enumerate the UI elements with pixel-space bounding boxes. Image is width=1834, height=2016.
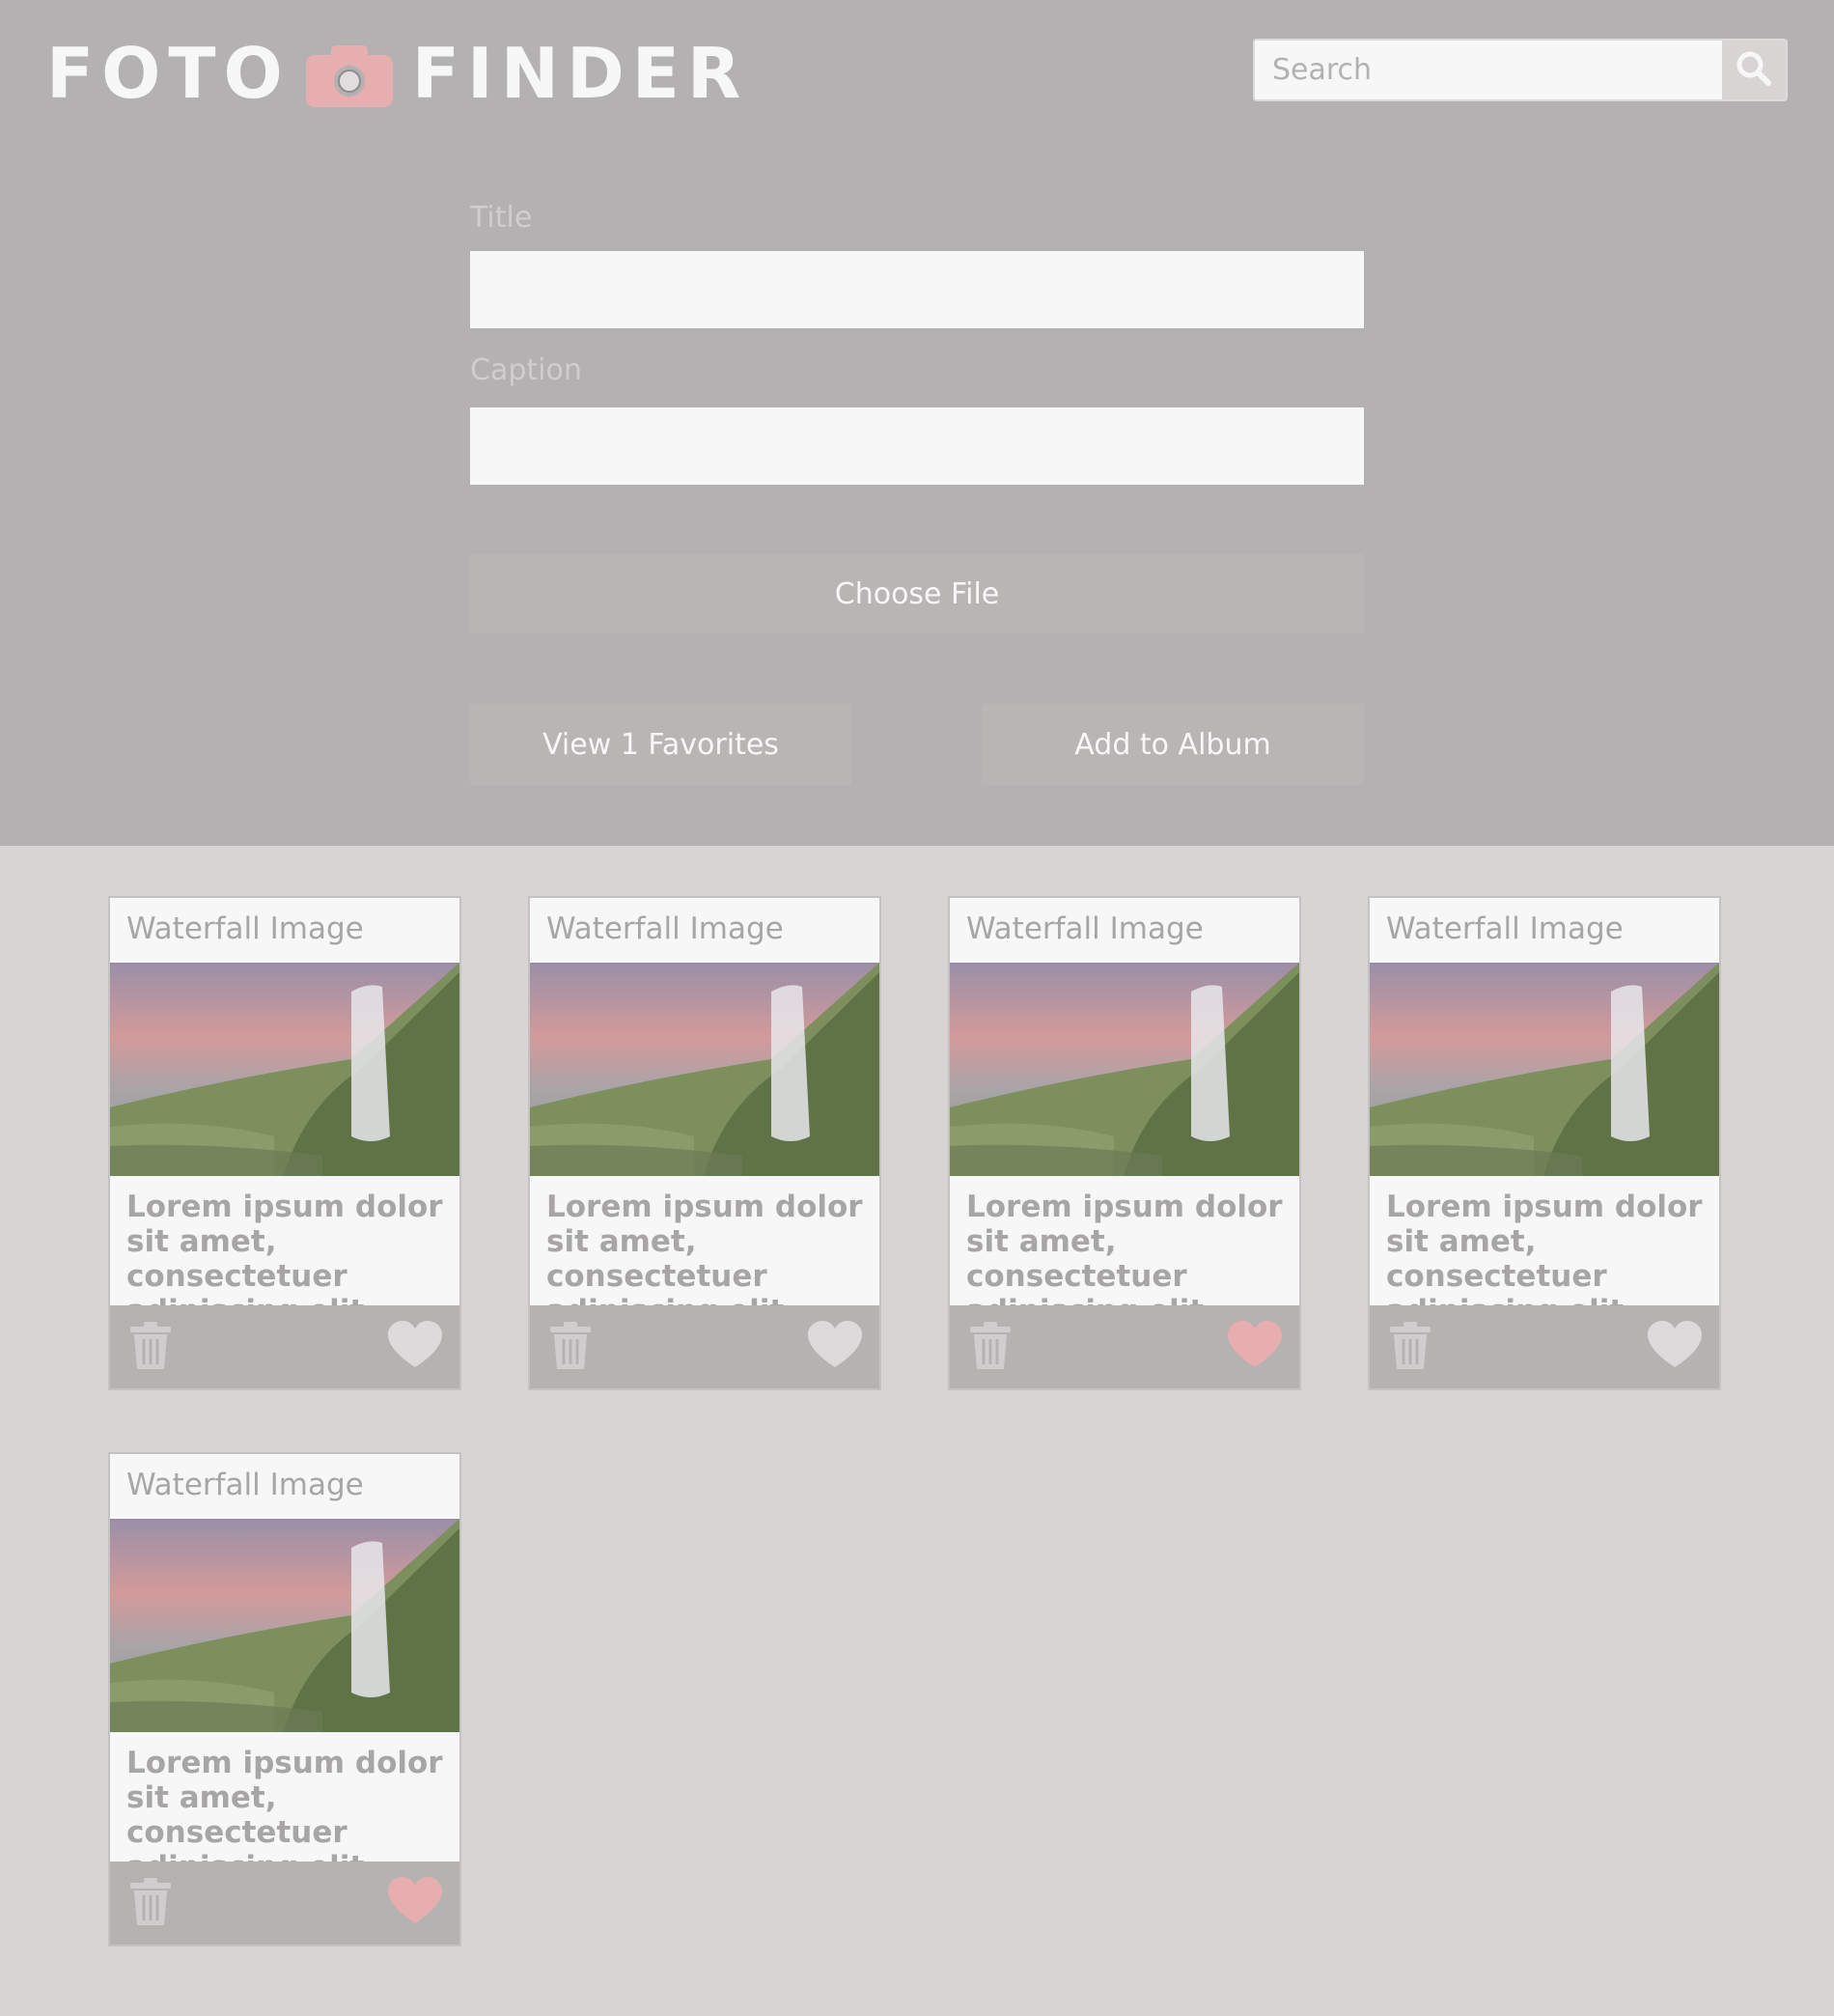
view-favorites-button[interactable]: View 1 Favorites — [470, 704, 851, 785]
card-footer — [110, 1305, 459, 1388]
heart-filled-icon[interactable] — [1228, 1321, 1282, 1373]
logo-text-finder: FINDER — [411, 33, 749, 114]
trash-icon[interactable] — [547, 1321, 594, 1375]
search-icon — [1735, 49, 1773, 92]
search-button[interactable] — [1722, 41, 1786, 99]
card-image — [1370, 963, 1719, 1176]
photo-card: Waterfall Image Lorem ipsum dolor sit am… — [108, 896, 461, 1390]
card-title: Waterfall Image — [546, 911, 784, 946]
card-image — [110, 963, 459, 1176]
photo-card: Waterfall Image Lorem ipsum dolor sit am… — [528, 896, 881, 1390]
caption-label: Caption — [470, 353, 582, 387]
card-footer — [530, 1305, 879, 1388]
card-title: Waterfall Image — [966, 911, 1204, 946]
header: FOTO FINDER Title Caption Choose File V — [0, 0, 1834, 846]
heart-icon[interactable] — [1648, 1321, 1702, 1373]
card-image — [950, 963, 1299, 1176]
trash-icon[interactable] — [967, 1321, 1014, 1375]
title-input[interactable] — [470, 251, 1364, 328]
photo-card: Waterfall Image Lorem ipsum dolor sit am… — [1368, 896, 1721, 1390]
choose-file-button[interactable]: Choose File — [470, 554, 1364, 633]
trash-icon[interactable] — [1387, 1321, 1433, 1375]
card-footer — [1370, 1305, 1719, 1388]
photo-card: Waterfall Image Lorem ipsum dolor sit am… — [948, 896, 1301, 1390]
add-to-album-button[interactable]: Add to Album — [982, 704, 1364, 785]
logo: FOTO FINDER — [46, 33, 748, 114]
card-title: Waterfall Image — [1386, 911, 1624, 946]
card-footer — [950, 1305, 1299, 1388]
heart-icon[interactable] — [388, 1321, 442, 1373]
camera-icon — [305, 42, 393, 107]
card-title: Waterfall Image — [126, 911, 364, 946]
search-input[interactable] — [1255, 41, 1718, 99]
heart-filled-icon[interactable] — [388, 1877, 442, 1929]
search-box — [1253, 39, 1788, 101]
caption-input[interactable] — [470, 407, 1364, 485]
card-image — [530, 963, 879, 1176]
card-footer — [110, 1862, 459, 1945]
title-label: Title — [470, 201, 533, 235]
logo-text-foto: FOTO — [46, 33, 291, 114]
heart-icon[interactable] — [808, 1321, 862, 1373]
trash-icon[interactable] — [127, 1321, 174, 1375]
card-title: Waterfall Image — [126, 1468, 364, 1502]
photo-card: Waterfall Image Lorem ipsum dolor sit am… — [108, 1452, 461, 1946]
trash-icon[interactable] — [127, 1877, 174, 1931]
card-image — [110, 1519, 459, 1732]
